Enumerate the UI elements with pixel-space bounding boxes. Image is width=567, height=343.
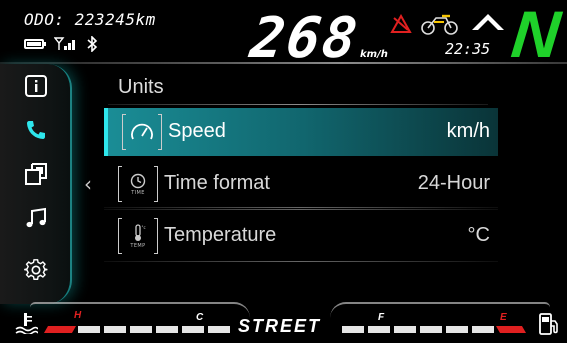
divider xyxy=(104,207,498,208)
thermometer-icon: °c TEMP xyxy=(118,218,158,254)
divider xyxy=(0,62,567,64)
setting-label: Speed xyxy=(168,120,226,142)
temp-hot-label: H xyxy=(74,310,82,321)
screens-icon[interactable] xyxy=(24,162,48,186)
speed-unit: km/h xyxy=(360,49,388,60)
fuel-gauge-segment xyxy=(394,326,416,333)
page-title: Units xyxy=(118,76,164,98)
settings-gear-icon[interactable] xyxy=(24,258,48,282)
temp-cold-label: C xyxy=(196,312,204,323)
info-icon[interactable] xyxy=(24,74,48,98)
setting-row-speed[interactable]: Speed km/h xyxy=(104,108,498,156)
fuel-full-label: F xyxy=(378,312,385,323)
speedometer-icon xyxy=(122,114,162,150)
status-icons xyxy=(24,36,98,52)
dashboard-screen: ODO: 223245km 268 km/h 22:35 N Units ‹ S… xyxy=(0,0,567,343)
music-icon[interactable] xyxy=(24,206,48,230)
fuel-gauge-segment xyxy=(342,326,364,333)
setting-label: Time format xyxy=(164,172,270,194)
warning-icon xyxy=(390,13,412,38)
divider xyxy=(108,104,488,105)
clock-icon: TIME xyxy=(118,166,158,202)
fuel-pump-icon xyxy=(538,312,560,340)
fuel-gauge-segment xyxy=(495,326,527,333)
clock: 22:35 xyxy=(445,40,491,58)
temp-gauge-segment xyxy=(182,326,204,333)
bottom-bar: H C STREET F E xyxy=(0,302,567,343)
temp-gauge-segment xyxy=(130,326,152,333)
riding-mode: STREET xyxy=(238,316,322,336)
speed-readout: 268 xyxy=(218,6,362,74)
setting-row-temperature[interactable]: °c TEMP Temperature °C xyxy=(104,212,498,262)
setting-value: °C xyxy=(467,224,490,246)
chevron-left-icon[interactable]: ‹ xyxy=(84,172,92,196)
fuel-empty-label: E xyxy=(500,312,507,323)
temp-gauge-segment xyxy=(78,326,100,333)
side-nav xyxy=(0,64,72,304)
temp-gauge-segment xyxy=(43,326,77,333)
setting-row-time-format[interactable]: TIME Time format 24-Hour xyxy=(104,160,498,210)
odometer: ODO: 223245km xyxy=(24,10,156,29)
temp-gauge-segment xyxy=(208,326,230,333)
setting-value: 24-Hour xyxy=(417,172,490,194)
setting-label: Temperature xyxy=(164,224,277,246)
coolant-temp-icon xyxy=(14,312,39,338)
temp-gauge-segment xyxy=(156,326,178,333)
shift-up-icon xyxy=(470,10,506,36)
setting-value: km/h xyxy=(446,120,490,142)
fuel-gauge-segment xyxy=(420,326,442,333)
fuel-gauge-segment xyxy=(368,326,390,333)
svg-text:°c: °c xyxy=(142,225,146,230)
signal-strength-icon xyxy=(54,37,78,51)
motorcycle-icon xyxy=(420,10,460,40)
battery-icon xyxy=(24,39,44,49)
fuel-gauge-segment xyxy=(446,326,468,333)
phone-icon[interactable] xyxy=(24,118,48,142)
fuel-gauge-segment xyxy=(472,326,494,333)
bluetooth-icon xyxy=(86,36,98,52)
temp-gauge-segment xyxy=(104,326,126,333)
